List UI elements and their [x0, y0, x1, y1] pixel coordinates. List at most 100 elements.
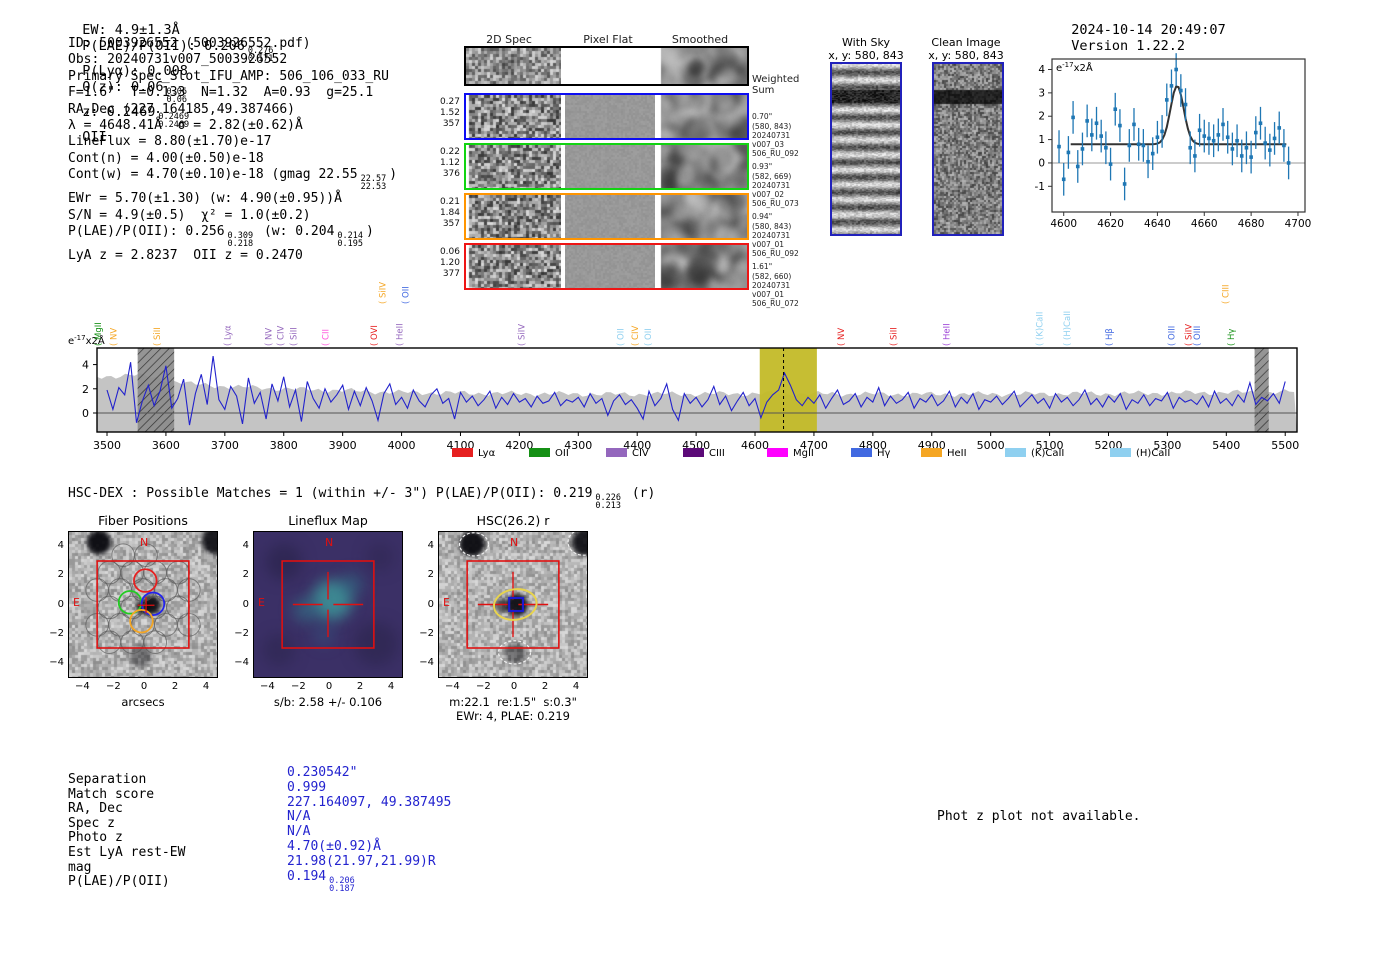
masked-band — [1254, 348, 1269, 432]
row1-2dspec-image — [466, 95, 561, 138]
emission-line-label: ( OII — [617, 328, 627, 346]
spec-x-tick: 3800 — [270, 439, 298, 452]
row1-pixelflat-image — [565, 95, 655, 138]
east-label: E — [73, 596, 80, 609]
fit-y-tick: 3 — [1038, 87, 1045, 99]
masked-band — [137, 348, 175, 432]
seeing-line: F=1.6" T=0.133 N=1.32 A=0.93 g=25.1 — [68, 85, 374, 101]
cutout-y-tick: 0 — [427, 598, 434, 610]
with-sky-image — [832, 64, 900, 234]
fiber-positions-overlay — [85, 543, 201, 655]
row3-smoothed-image — [659, 195, 747, 238]
spec-x-tick: 3700 — [211, 439, 239, 452]
fit-y-tick: 4 — [1038, 64, 1045, 76]
fiber-row-3 — [464, 193, 749, 240]
spec-x-tick: 4600 — [741, 439, 769, 452]
col-header-smoothed: Smoothed — [671, 33, 729, 46]
fiber-circle — [154, 578, 178, 602]
row3-2dspec-image — [466, 195, 561, 238]
cutout-x-tick: 4 — [387, 681, 395, 692]
emission-line-label: ( NV — [264, 328, 274, 346]
cutout-y-tick: 4 — [242, 539, 249, 551]
spec-y-tick: 0 — [82, 407, 89, 420]
emission-line-label: ( OIII — [1193, 326, 1203, 346]
cutout-x-tick: 0 — [510, 681, 518, 692]
legend-swatch — [452, 448, 473, 457]
row3-pixelflat-image — [565, 195, 655, 238]
lineflux-xlabel: s/b: 2.58 +/- 0.106 — [273, 695, 383, 709]
fit-x-tick: 4700 — [1285, 218, 1312, 230]
detected-object-ellipse — [567, 532, 587, 556]
fiber-circle — [166, 595, 190, 620]
emission-line-label: ( NV — [837, 328, 847, 346]
fiber-xlabel: arcsecs — [121, 695, 165, 709]
legend-label: CIII — [709, 448, 725, 459]
hsc-cutout-title: HSC(26.2) r — [476, 513, 550, 528]
emission-line-label: ( Lyα — [224, 325, 234, 346]
lineflux-line: LineFlux = 8.80(±1.70)e-17 — [68, 134, 272, 150]
fit-y-tick: 0 — [1038, 157, 1045, 169]
cutout-y-tick: 2 — [57, 569, 64, 581]
cutout-y-tick: 0 — [242, 598, 249, 610]
row2-2dspec-image — [466, 145, 561, 188]
lineflux-map-panel: N E — [253, 531, 403, 678]
cutout-x-tick: −2 — [476, 681, 491, 692]
legend-label: (K)CaII — [1031, 448, 1064, 459]
cutout-x-tick: −4 — [75, 681, 90, 692]
cutout-x-tick: −2 — [291, 681, 306, 692]
cutout-y-tick: −2 — [234, 627, 249, 639]
cont-n-line: Cont(n) = 4.00(±0.50)e-18 — [68, 150, 264, 166]
full-spectrum-plot: 3500 3600 3700 3800 3900 4000 4100 4200 4300 4400… — [68, 282, 1299, 459]
detected-object-ellipse — [458, 532, 490, 557]
clean-image-panel — [932, 62, 1004, 236]
fit-x-tick: 4640 — [1144, 218, 1171, 230]
cutout-x-tick: 4 — [572, 681, 580, 692]
cutout-x-tick: 0 — [140, 681, 148, 692]
fiber-positions-title: Fiber Positions — [98, 513, 188, 528]
emission-line-label: ( SiIV — [379, 282, 389, 304]
emission-line-label: ( SiII — [290, 327, 300, 346]
weighted-smoothed-image — [659, 48, 747, 84]
emission-line-label: ( Hγ — [1227, 329, 1237, 346]
emission-line-label: ( CII — [322, 329, 332, 346]
cutout-x-tick: 2 — [541, 681, 549, 692]
cutout-y-tick: −2 — [419, 627, 434, 639]
fit-x-tick: 4600 — [1050, 218, 1077, 230]
fiber-circle — [166, 560, 190, 585]
cutout-y-tick: 2 — [427, 569, 434, 581]
fit-y-tick: 1 — [1038, 134, 1045, 146]
fit-x-tick: 4680 — [1238, 218, 1265, 230]
line-fit-plot: 4600 4620 4640 4660 4680 4700 -1 0 1 2 3 4 e-17x2Å — [1035, 53, 1312, 230]
hsc-xlabel: m:22.1 re:1.5" s:0.3" — [449, 695, 577, 709]
cutout-y-tick: 2 — [242, 569, 249, 581]
row2-smoothed-image — [659, 145, 747, 188]
sn-line: S/N = 4.9(±0.5) χ² = 1.0(±0.2) — [68, 207, 311, 223]
error-envelope — [97, 373, 1297, 432]
spec-x-tick: 3900 — [329, 439, 357, 452]
cutout-y-tick: −4 — [49, 657, 64, 669]
legend-label: OII — [555, 448, 569, 459]
radec-line: RA,Dec (227.164185,49.387466) — [68, 101, 295, 117]
north-label: N — [140, 536, 149, 549]
emission-line-label: ( OII — [644, 328, 654, 346]
row3-weights: 0.21 1.84 357 — [439, 197, 460, 229]
photz-note: Phot z plot not available. — [937, 809, 1141, 824]
east-label: E — [443, 596, 450, 609]
emission-line-label: ( MgII — [94, 322, 104, 346]
emission-line-label: ( CIV — [631, 326, 641, 346]
legend-label: Lyα — [478, 448, 496, 459]
north-label: N — [510, 536, 519, 549]
cutout-y-tick: −4 — [419, 657, 434, 669]
with-sky-title: With Sky x, y: 580, 843 — [828, 36, 904, 62]
fiber-circle — [154, 612, 178, 637]
fit-y-tick: 2 — [1038, 111, 1045, 123]
emission-line-label: ( SiIV — [518, 324, 528, 346]
spec-x-tick: 3500 — [93, 439, 121, 452]
fiber-circle — [143, 560, 168, 585]
legend-label: CIV — [632, 448, 649, 459]
emission-line-label: ( CIV — [277, 326, 287, 346]
fiber-circle — [120, 630, 145, 655]
legend-label: HeII — [947, 448, 967, 459]
legend-swatch — [1110, 448, 1131, 457]
legend-swatch — [767, 448, 788, 457]
